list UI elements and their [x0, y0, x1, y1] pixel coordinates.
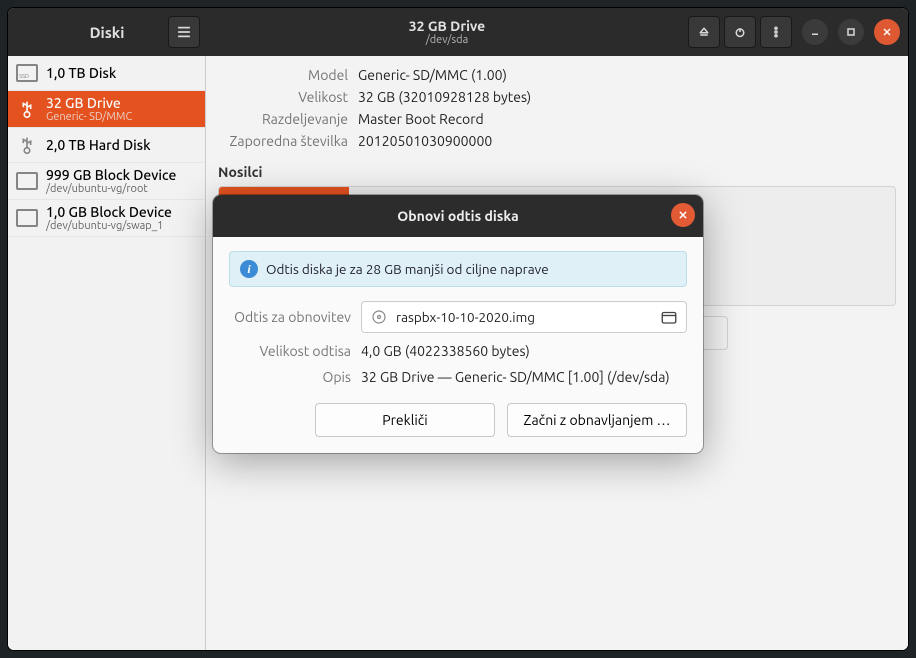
drive-path: /dev/sda [206, 34, 688, 46]
window-close-button[interactable] [874, 19, 900, 45]
info-partitioning: Razdeljevanje Master Boot Record [218, 108, 896, 130]
power-button[interactable] [724, 16, 756, 48]
device-name: 32 GB Drive [46, 95, 132, 111]
drive-title: 32 GB Drive [206, 18, 688, 34]
dialog-buttons: Prekliči Začni z obnavljanjem … [229, 403, 687, 437]
device-subtitle: /dev/ubuntu-vg/root [46, 183, 176, 195]
info-serial: Zaporedna številka 20120501030900000 [218, 130, 896, 152]
device-name: 999 GB Block Device [46, 167, 176, 183]
image-chooser-row: Odtis za obnovitev raspbx-10-10-2020.img [229, 301, 687, 333]
maximize-icon [845, 26, 857, 38]
dialog-close-button[interactable] [671, 203, 695, 227]
label: Odtis za obnovitev [229, 309, 351, 325]
app-title-area: Diski [8, 8, 206, 56]
hamburger-icon [177, 25, 191, 39]
label: Velikost [218, 89, 348, 105]
kebab-icon [770, 26, 782, 38]
dialog-titlebar: Obnovi odtis diska [213, 195, 703, 237]
label: Razdeljevanje [218, 111, 348, 127]
open-folder-icon [660, 308, 678, 326]
device-item[interactable]: 999 GB Block Device /dev/ubuntu-vg/root [8, 163, 205, 200]
value: 20120501030900000 [358, 133, 492, 149]
device-icon [14, 132, 40, 158]
label: Zaporedna številka [218, 133, 348, 149]
menu-button[interactable] [168, 16, 200, 48]
device-name: 1,0 TB Disk [46, 65, 116, 81]
device-sidebar: SSD 1,0 TB Disk 32 GB Drive Generic- SD/… [8, 56, 206, 650]
device-text: 32 GB Drive Generic- SD/MMC [46, 95, 132, 123]
value: Generic- SD/MMC (1.00) [358, 67, 507, 83]
value: Master Boot Record [358, 111, 484, 127]
device-text: 2,0 TB Hard Disk [46, 137, 151, 153]
minimize-button[interactable] [802, 19, 828, 45]
disk-image-icon [370, 308, 388, 326]
header-center: 32 GB Drive /dev/sda [206, 18, 688, 46]
eject-button[interactable] [688, 16, 720, 48]
info-icon: i [240, 260, 258, 278]
power-icon [734, 26, 746, 38]
minimize-icon [809, 26, 821, 38]
app-title: Diski [90, 24, 125, 41]
titlebar: Diski 32 GB Drive /dev/sda [8, 8, 908, 56]
device-icon [14, 168, 40, 194]
file-chooser[interactable]: raspbx-10-10-2020.img [361, 301, 687, 333]
value: 32 GB (32010928128 bytes) [358, 89, 531, 105]
device-text: 999 GB Block Device /dev/ubuntu-vg/root [46, 167, 176, 195]
image-size-row: Velikost odtisa 4,0 GB (4022338560 bytes… [229, 343, 687, 359]
value: 32 GB Drive — Generic- SD/MMC [1.00] (/d… [361, 369, 687, 385]
cancel-button[interactable]: Prekliči [315, 403, 495, 437]
header-actions [688, 16, 908, 48]
device-item[interactable]: SSD 1,0 TB Disk [8, 56, 205, 91]
dialog-body: i Odtis diska je za 28 GB manjši od cilj… [213, 237, 703, 453]
restore-dialog: Obnovi odtis diska i Odtis diska je za 2… [213, 195, 703, 453]
device-name: 1,0 GB Block Device [46, 204, 172, 220]
label: Velikost odtisa [229, 343, 351, 359]
maximize-button[interactable] [838, 19, 864, 45]
label: Opis [229, 369, 351, 385]
close-icon [881, 26, 893, 38]
device-name: 2,0 TB Hard Disk [46, 137, 151, 153]
device-icon [14, 205, 40, 231]
start-restore-button[interactable]: Začni z obnavljanjem … [507, 403, 687, 437]
dialog-title: Obnovi odtis diska [397, 208, 518, 224]
volumes-heading: Nosilci [218, 164, 896, 180]
device-item[interactable]: 32 GB Drive Generic- SD/MMC [8, 91, 205, 128]
close-icon [678, 210, 688, 220]
device-item[interactable]: 2,0 TB Hard Disk [8, 128, 205, 163]
eject-icon [698, 26, 710, 38]
device-icon: SSD [14, 60, 40, 86]
info-size: Velikost 32 GB (32010928128 bytes) [218, 86, 896, 108]
more-button[interactable] [760, 16, 792, 48]
info-model: Model Generic- SD/MMC (1.00) [218, 64, 896, 86]
value: 4,0 GB (4022338560 bytes) [361, 343, 687, 359]
description-row: Opis 32 GB Drive — Generic- SD/MMC [1.00… [229, 369, 687, 385]
device-text: 1,0 TB Disk [46, 65, 116, 81]
info-text: Odtis diska je za 28 GB manjši od ciljne… [266, 261, 549, 277]
device-subtitle: Generic- SD/MMC [46, 111, 132, 123]
device-subtitle: /dev/ubuntu-vg/swap_1 [46, 220, 172, 232]
device-text: 1,0 GB Block Device /dev/ubuntu-vg/swap_… [46, 204, 172, 232]
device-item[interactable]: 1,0 GB Block Device /dev/ubuntu-vg/swap_… [8, 200, 205, 237]
label: Model [218, 67, 348, 83]
info-banner: i Odtis diska je za 28 GB manjši od cilj… [229, 251, 687, 287]
device-icon [14, 96, 40, 122]
selected-filename: raspbx-10-10-2020.img [396, 309, 652, 325]
